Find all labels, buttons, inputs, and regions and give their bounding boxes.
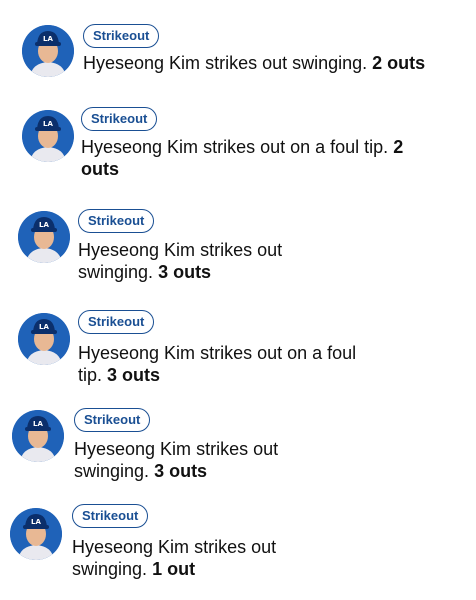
play-description: Hyeseong Kim strikes out swinging. 3 out…	[74, 438, 324, 482]
play-item: LA Strikeout Hyeseong Kim strikes out on…	[0, 95, 476, 195]
play-description: Hyeseong Kim strikes out swinging. 1 out	[72, 536, 322, 580]
player-headshot-icon: LA	[18, 313, 70, 365]
outs-count: 3 outs	[154, 461, 208, 481]
strikeout-badge[interactable]: Strikeout	[74, 408, 151, 432]
svg-text:LA: LA	[33, 420, 43, 428]
player-name: Hyeseong Kim	[81, 137, 199, 157]
svg-text:LA: LA	[43, 35, 53, 43]
svg-text:LA: LA	[39, 221, 49, 229]
player-headshot-icon: LA	[10, 508, 62, 560]
play-item: LA Strikeout Hyeseong Kim strikes out sw…	[0, 400, 476, 496]
player-name: Hyeseong Kim	[78, 240, 196, 260]
play-description: Hyeseong Kim strikes out swinging. 3 out…	[78, 239, 328, 283]
player-name: Hyeseong Kim	[72, 537, 190, 557]
play-item: LA Strikeout Hyeseong Kim strikes out on…	[0, 300, 476, 400]
outs-count: 1 out	[152, 559, 196, 579]
strikeout-badge[interactable]: Strikeout	[78, 310, 155, 334]
player-name: Hyeseong Kim	[83, 53, 201, 73]
svg-text:LA: LA	[43, 120, 53, 128]
player-headshot-icon: LA	[22, 25, 74, 77]
play-item: LA Strikeout Hyeseong Kim strikes out sw…	[0, 496, 476, 596]
strikeout-badge[interactable]: Strikeout	[81, 107, 158, 131]
strikeout-badge[interactable]: Strikeout	[78, 209, 155, 233]
play-item: LA Strikeout Hyeseong Kim strikes out sw…	[0, 198, 476, 298]
outs-count: 3 outs	[107, 365, 161, 385]
outs-count: 2 outs	[372, 53, 426, 73]
outs-count: 3 outs	[158, 262, 212, 282]
play-description: Hyeseong Kim strikes out swinging. 2 out…	[83, 52, 473, 74]
player-headshot-icon: LA	[22, 110, 74, 162]
play-action: strikes out swinging.	[205, 53, 368, 73]
player-headshot-icon: LA	[18, 211, 70, 263]
play-description: Hyeseong Kim strikes out on a foul tip. …	[81, 136, 441, 180]
player-name: Hyeseong Kim	[74, 439, 192, 459]
play-action: strikes out on a foul tip.	[203, 137, 389, 157]
strikeout-badge[interactable]: Strikeout	[83, 24, 160, 48]
svg-text:LA: LA	[31, 518, 41, 526]
svg-text:LA: LA	[39, 323, 49, 331]
play-description: Hyeseong Kim strikes out on a foul tip. …	[78, 342, 368, 386]
player-headshot-icon: LA	[12, 410, 64, 462]
play-item: LA Strikeout Hyeseong Kim strikes out sw…	[0, 0, 476, 90]
strikeout-badge[interactable]: Strikeout	[72, 504, 149, 528]
player-name: Hyeseong Kim	[78, 343, 196, 363]
